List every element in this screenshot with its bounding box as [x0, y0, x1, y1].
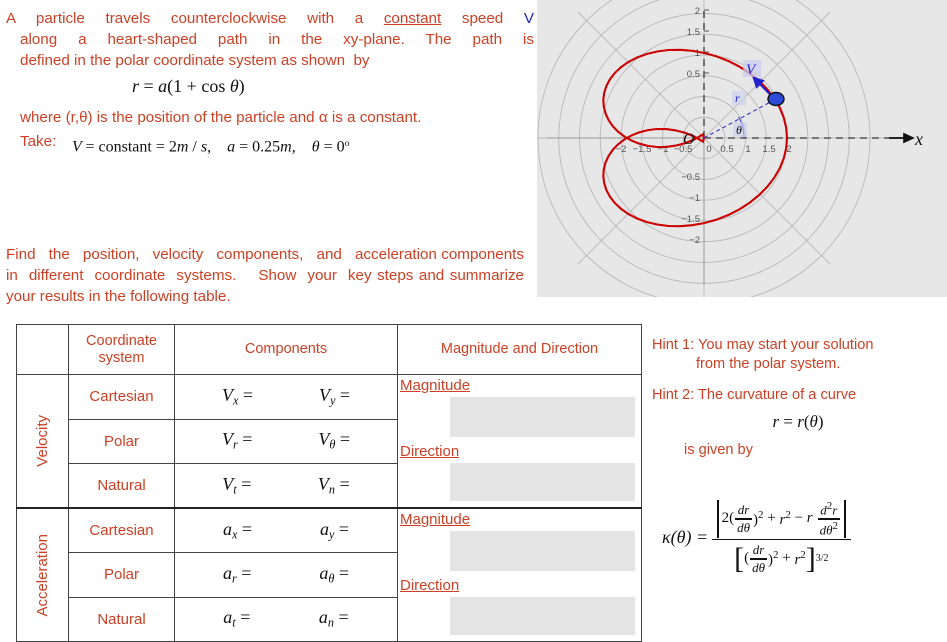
system-velocity-cartesian: Cartesian — [68, 374, 175, 420]
symbol-vy: Vy = — [318, 384, 351, 408]
y-axis-ticks: 2 1.5 1 0.5 −0.5 −1 −1.5 −2 — [681, 6, 709, 246]
hint-2-line-1: Hint 2: The curvature of a curve — [652, 387, 857, 403]
svg-text:1: 1 — [745, 144, 750, 155]
system-acceleration-cartesian: Cartesian — [68, 507, 175, 553]
curvature-denominator: [ (dr dθ)2 + r2 ] 3/2 — [734, 541, 829, 575]
task-description: Find the position, velocity components, … — [6, 244, 524, 307]
components-velocity-polar: Vr = Vθ = — [174, 418, 398, 464]
radius-label: r — [735, 91, 740, 105]
results-table: Coordinate system Components Magnitude an… — [16, 324, 642, 642]
symbol-vr: Vr = — [221, 429, 253, 453]
symbol-ay: ay = — [319, 518, 350, 542]
curvature-fraction: 2(dr dθ)2 + r2 − r d2r dθ2 [ (dr dθ)2 + r2 … — [712, 500, 851, 576]
components-acceleration-natural: at = an = — [174, 596, 398, 642]
task-text: Find the position, velocity components, … — [6, 246, 533, 305]
table-header-row: Coordinate system Components Magnitude an… — [16, 324, 642, 375]
symbol-an: an = — [318, 607, 349, 631]
table-row: Velocity Cartesian Vx = Vy = Magnitude D… — [16, 374, 642, 509]
figure-labels: V r θ O x — [683, 60, 923, 149]
symbol-atheta: aθ = — [319, 562, 350, 586]
hint-2-equation: r = r(θ) — [772, 412, 824, 431]
system-velocity-polar: Polar — [68, 418, 175, 464]
header-components: Components — [174, 324, 398, 375]
polar-grid — [537, 0, 891, 297]
svg-text:1.5: 1.5 — [762, 144, 775, 155]
svg-text:0.5: 0.5 — [687, 69, 700, 80]
origin-label: O — [683, 131, 695, 148]
given-values-equation: V = constant = 2m / s, a = 0.25m, θ = 0o — [72, 138, 350, 156]
hints-section: Hint 1: You may start your solution from… — [652, 336, 944, 460]
symbol-ax: ax = — [222, 518, 253, 542]
svg-text:−0.5: −0.5 — [681, 172, 700, 183]
symbol-vn: Vn = — [317, 473, 350, 497]
curvature-numerator: 2(dr dθ)2 + r2 − r d2r dθ2 — [712, 500, 850, 539]
svg-text:1.5: 1.5 — [687, 27, 700, 38]
magnitude-direction-velocity: Magnitude Direction — [397, 374, 642, 509]
problem-line-1-underlined: constant — [383, 10, 442, 27]
svg-text:1: 1 — [695, 48, 700, 59]
velocity-direction-label: Direction — [400, 443, 460, 460]
take-label: Take: — [20, 133, 57, 150]
symbol-ar: ar = — [222, 562, 252, 586]
svg-text:0: 0 — [706, 144, 711, 155]
svg-text:−1: −1 — [689, 193, 700, 204]
system-acceleration-natural: Natural — [68, 596, 175, 642]
acceleration-direction-label: Direction — [400, 577, 460, 594]
velocity-magnitude-label: Magnitude — [400, 377, 471, 394]
components-velocity-natural: Vt = Vn = — [174, 463, 398, 509]
symbol-vtheta: Vθ = — [318, 429, 351, 453]
curvature-formula: κ(θ) = 2(dr dθ)2 + r2 − r d2r dθ2 [ (dr dθ)… — [662, 500, 947, 576]
header-coordinate-system: Coordinate system — [68, 324, 175, 375]
velocity-direction-answer[interactable] — [450, 463, 635, 501]
table-row: Acceleration Cartesian ax = ay = Magnitu… — [16, 507, 642, 642]
group-label-acceleration: Acceleration — [16, 507, 69, 642]
particle-marker — [767, 91, 785, 107]
problem-line-4: where (r,θ) is the position of the parti… — [20, 109, 422, 126]
problem-line-1: A particle travels counterclockwise with… — [6, 8, 534, 29]
symbol-vx: Vx = — [221, 384, 254, 408]
angle-label: θ — [736, 123, 742, 137]
system-acceleration-polar: Polar — [68, 552, 175, 598]
components-acceleration-polar: ar = aθ = — [174, 552, 398, 598]
problem-line-1-part-b: speed — [441, 10, 524, 27]
group-label-acceleration-text: Acceleration — [34, 533, 51, 617]
svg-text:−1: −1 — [658, 144, 669, 155]
problem-line-1-part-a: A particle travels counterclockwise with… — [6, 10, 384, 27]
group-label-velocity-text: Velocity — [34, 415, 51, 467]
hint-1-line-2: from the polar system. — [696, 356, 841, 372]
cardioid-plot-svg: −2 −1.5 −1 −0.5 0 0.5 1 1.5 2 2 1.5 1 0.… — [537, 0, 923, 297]
acceleration-magnitude-answer[interactable] — [450, 531, 635, 571]
x-axis-label: x — [914, 129, 923, 149]
symbol-at: at = — [223, 607, 251, 631]
acceleration-magnitude-label: Magnitude — [400, 511, 471, 528]
curvature-lhs: κ(θ) = — [662, 527, 709, 548]
problem-line-3: defined in the polar coordinate system a… — [20, 52, 370, 69]
header-magnitude-direction: Magnitude and Direction — [397, 324, 642, 375]
problem-line-2: along a heart-shaped path in the xy-plan… — [20, 31, 534, 48]
hint-1-line-1: Hint 1: You may start your solution — [652, 337, 874, 353]
svg-text:0.5: 0.5 — [720, 144, 733, 155]
acceleration-direction-answer[interactable] — [450, 597, 635, 635]
components-velocity-cartesian: Vx = Vy = — [174, 374, 398, 420]
magnitude-direction-acceleration: Magnitude Direction — [397, 507, 642, 642]
system-velocity-natural: Natural — [68, 463, 175, 509]
problem-statement: A particle travels counterclockwise with… — [6, 8, 534, 71]
svg-text:−2: −2 — [689, 235, 700, 246]
speed-symbol-v: V — [523, 10, 534, 27]
velocity-magnitude-answer[interactable] — [450, 397, 635, 437]
equation-path: r = a(1 + cos θ) — [132, 76, 245, 96]
symbol-vt: Vt = — [222, 473, 252, 497]
header-corner-cell — [16, 324, 69, 375]
polar-plot-figure: −2 −1.5 −1 −0.5 0 0.5 1 1.5 2 2 1.5 1 0.… — [537, 0, 947, 297]
svg-text:2: 2 — [695, 6, 700, 17]
group-label-velocity: Velocity — [16, 374, 69, 509]
hint-2-line-2: is given by — [684, 442, 753, 458]
components-acceleration-cartesian: ax = ay = — [174, 507, 398, 553]
